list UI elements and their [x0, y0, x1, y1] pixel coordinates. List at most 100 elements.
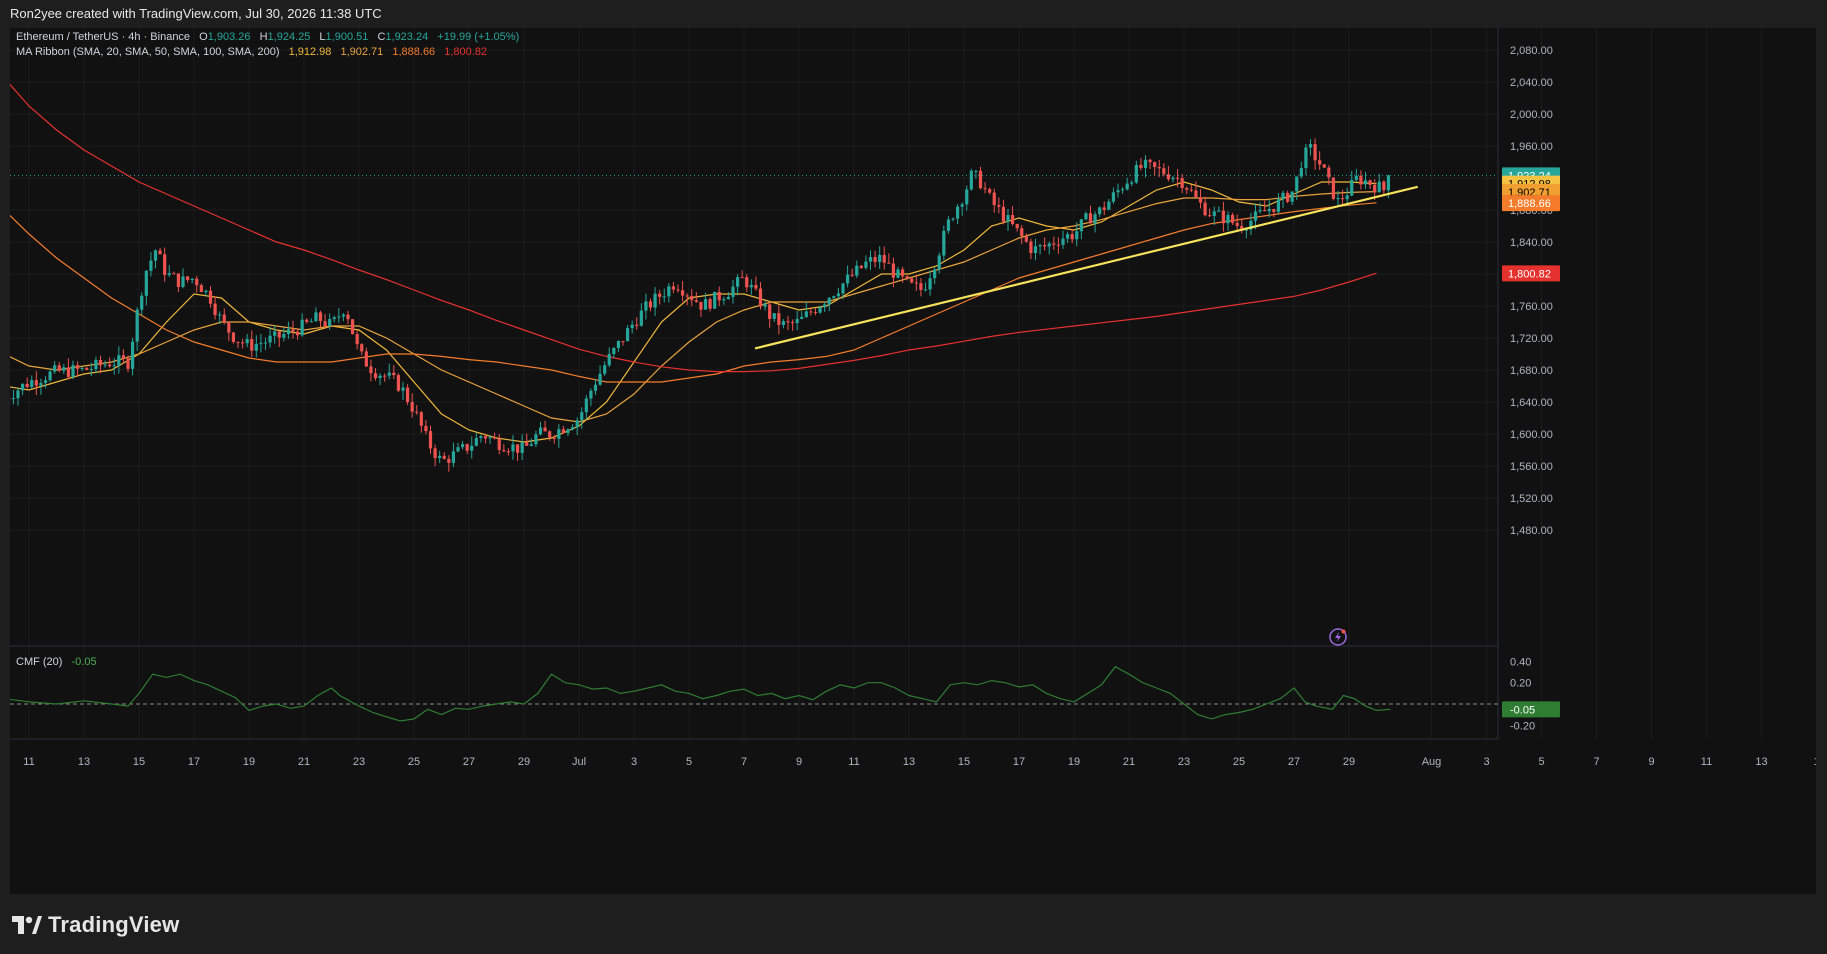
ma-ribbon-label: MA Ribbon (SMA, 20, SMA, 50, SMA, 100, S…: [16, 46, 280, 58]
candle-body: [1075, 231, 1079, 240]
candle-body: [1253, 211, 1258, 221]
candle-body: [1015, 223, 1019, 229]
candle-body: [98, 359, 103, 366]
chart-svg[interactable]: Ethereum / TetherUS · 4h · Binance O1,90…: [2, 13, 1820, 894]
candle-body: [117, 355, 121, 366]
candle-body: [350, 319, 355, 335]
candle-body: [708, 299, 712, 309]
candle-body: [16, 390, 20, 399]
candle-body: [222, 314, 226, 323]
candle-body: [121, 355, 126, 359]
candle-body: [1354, 175, 1358, 180]
ma100-value: 1,888.66: [392, 46, 435, 58]
candle-body: [140, 295, 144, 310]
candle-body: [460, 444, 465, 448]
candle-body: [1175, 177, 1180, 179]
candle-body: [1226, 214, 1230, 224]
time-tick-label: 25: [408, 756, 420, 768]
candle-body: [749, 284, 753, 288]
time-tick-label: 21: [1123, 756, 1135, 768]
chart-area[interactable]: Ethereum / TetherUS · 4h · Binance O1,90…: [2, 13, 1820, 894]
candle-body: [983, 188, 987, 190]
candle-body: [914, 282, 918, 284]
tradingview-logo[interactable]: TradingView: [12, 912, 179, 938]
time-tick-label: 17: [188, 756, 200, 768]
candle-body: [1180, 178, 1184, 189]
candle-body: [236, 341, 240, 343]
cmf-axis[interactable]: 0.40 0.20 -0.20: [1510, 656, 1535, 732]
candle-body: [1088, 213, 1093, 224]
candle-body: [1134, 164, 1138, 183]
candle-body: [639, 310, 643, 326]
candle-body: [11, 398, 16, 400]
candle-body: [1203, 202, 1207, 216]
candle-body: [648, 301, 653, 308]
candle-body: [758, 288, 763, 307]
candle-body: [94, 359, 98, 370]
candle-body: [1368, 180, 1372, 185]
candle-body: [561, 429, 566, 433]
candle-body: [1029, 241, 1033, 254]
candle-body: [75, 365, 80, 369]
price-axis[interactable]: 2,120.002,080.002,040.002,000.001,960.00…: [1510, 13, 1553, 537]
time-tick-label: 9: [1648, 756, 1654, 768]
candle-body: [1327, 167, 1331, 178]
candle-body: [763, 304, 767, 307]
candle-body: [955, 206, 960, 219]
candle-body: [937, 255, 941, 270]
candle-body: [680, 290, 685, 296]
candle-body: [1322, 164, 1326, 168]
top-bar: Ron2yee created with TradingView.com, Ju…: [0, 0, 1827, 28]
candle-body: [1340, 198, 1345, 200]
time-tick-label: 11: [848, 756, 859, 768]
candle-body: [703, 299, 708, 310]
candle-body: [992, 192, 996, 206]
candle-body: [227, 322, 231, 333]
candle-body: [483, 436, 488, 439]
candle-body: [1377, 181, 1381, 193]
candle-body: [919, 283, 923, 290]
candle-body: [369, 366, 373, 374]
candle-body: [135, 309, 139, 342]
price-tick-label: 1,840.00: [1510, 237, 1553, 249]
time-tick-label: 11: [23, 756, 34, 768]
candle-body: [978, 170, 983, 189]
time-tick-label: 29: [518, 756, 530, 768]
axis-badges: 1,923.2421:411,912.981,902.711,888.661,8…: [1502, 167, 1560, 718]
candle-body: [25, 383, 29, 388]
candle-body: [974, 170, 978, 172]
candle-body: [190, 278, 194, 280]
candle-body: [346, 314, 350, 320]
time-tick-label: 19: [1068, 756, 1080, 768]
time-tick-label: 23: [1178, 756, 1190, 768]
candle-body: [1386, 175, 1391, 191]
candle-body: [53, 365, 57, 372]
candle-body: [868, 257, 873, 262]
candle-body: [754, 284, 758, 289]
candle-body: [208, 290, 213, 304]
candle-body: [176, 273, 181, 287]
candle-body: [1194, 190, 1198, 198]
price-tick-label: 1,640.00: [1510, 397, 1553, 409]
candle-body: [1010, 215, 1015, 224]
candle-body: [185, 276, 190, 280]
time-axis[interactable]: 11 13 15 17 19 21 23 25 27 29 Jul 3 5 7 9 11 13 15 17 19 21 2…: [23, 756, 1819, 768]
candle-body: [213, 303, 217, 316]
candle-body: [1065, 234, 1070, 239]
candle-body: [250, 339, 254, 351]
candle-body: [263, 342, 268, 344]
candle-body: [286, 329, 291, 335]
candle-body: [1258, 210, 1262, 212]
price-tick-label: 1,480.00: [1510, 525, 1553, 537]
candle-body: [1056, 244, 1061, 246]
candle-body: [621, 340, 625, 342]
time-tick-label: 27: [1288, 756, 1300, 768]
candle-body: [493, 437, 497, 439]
candle-body: [1020, 228, 1024, 237]
candle-body: [295, 331, 300, 336]
candle-body: [1084, 213, 1088, 220]
candle-body: [850, 274, 854, 276]
time-tick-label: 13: [903, 756, 915, 768]
candle-body: [520, 442, 524, 453]
candle-body: [804, 311, 808, 317]
